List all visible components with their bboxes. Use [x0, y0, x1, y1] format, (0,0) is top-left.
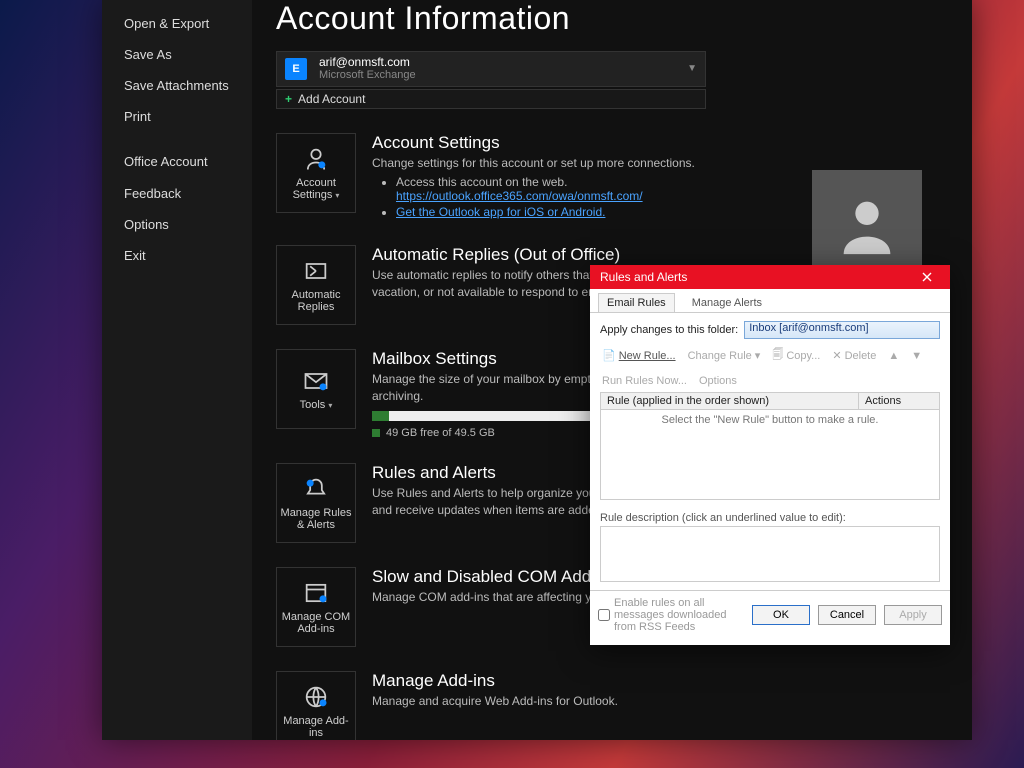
com-addins-tile[interactable]: Manage COM Add-ins	[276, 567, 356, 647]
globe-gear-icon	[302, 683, 330, 711]
add-account-button[interactable]: + Add Account	[276, 89, 706, 109]
change-rule-button[interactable]: Change Rule ▾	[686, 348, 763, 363]
folder-select[interactable]: Inbox [arif@onmsft.com]	[744, 321, 940, 339]
run-rules-button[interactable]: Run Rules Now...	[600, 374, 689, 388]
options-button[interactable]: Options	[697, 374, 739, 388]
envelope-gear-icon	[302, 367, 330, 395]
rss-rules-checkbox[interactable]: Enable rules on all messages downloaded …	[598, 597, 744, 633]
addins-desc: Manage and acquire Web Add-ins for Outlo…	[372, 693, 618, 710]
tile-label: Tools ▾	[300, 399, 333, 411]
sidebar-office-account[interactable]: Office Account	[124, 146, 252, 178]
tile-label: Manage Rules & Alerts	[277, 507, 355, 531]
tab-email-rules[interactable]: Email Rules	[598, 293, 675, 312]
col-actions-header: Actions	[859, 393, 939, 409]
dialog-title: Rules and Alerts	[600, 270, 687, 284]
plus-icon: +	[285, 92, 292, 106]
account-settings-text: Account Settings Change settings for thi…	[372, 133, 695, 222]
delete-rule-button[interactable]: ✕ Delete	[830, 348, 878, 363]
manage-addins-tile[interactable]: Manage Add-ins	[276, 671, 356, 740]
tile-label: Manage COM Add-ins	[277, 611, 355, 635]
person-gear-icon	[302, 145, 330, 173]
add-account-label: Add Account	[298, 92, 365, 106]
rules-list-header: Rule (applied in the order shown) Action…	[600, 392, 940, 410]
account-selector[interactable]: E arif@onmsft.com Microsoft Exchange ▼	[276, 51, 706, 87]
tile-label: Account Settings ▾	[277, 177, 355, 201]
apply-changes-label: Apply changes to this folder:	[600, 324, 738, 336]
settings-bullet-web: Access this account on the web. https://…	[396, 175, 695, 203]
rss-rules-label: Enable rules on all messages downloaded …	[614, 597, 744, 633]
rule-description-box[interactable]	[600, 526, 940, 582]
move-up-button[interactable]: ▲	[886, 349, 901, 363]
person-icon	[832, 190, 902, 260]
account-settings-heading: Account Settings	[372, 133, 695, 153]
rss-rules-checkbox-input[interactable]	[598, 609, 610, 621]
move-down-button[interactable]: ▼	[909, 349, 924, 363]
close-icon	[922, 272, 932, 282]
auto-heading: Automatic Replies (Out of Office)	[372, 245, 752, 265]
reply-icon	[302, 257, 330, 285]
exchange-icon: E	[285, 58, 307, 80]
sidebar-feedback[interactable]: Feedback	[124, 178, 252, 209]
account-settings-tile[interactable]: Account Settings ▾	[276, 133, 356, 213]
rules-empty-text: Select the "New Rule" button to make a r…	[662, 414, 879, 426]
rules-list-body[interactable]: Select the "New Rule" button to make a r…	[600, 410, 940, 500]
sidebar-save-attachments[interactable]: Save Attachments	[124, 70, 252, 101]
copy-rule-button[interactable]: 🗐 Copy...	[770, 345, 822, 366]
apply-button[interactable]: Apply	[884, 605, 942, 625]
account-email: arif@onmsft.com	[319, 55, 675, 69]
bell-gear-icon	[302, 475, 330, 503]
dialog-close-button[interactable]	[910, 265, 944, 289]
profile-avatar	[812, 170, 922, 280]
sidebar-open-export[interactable]: Open & Export	[124, 8, 252, 39]
dialog-titlebar: Rules and Alerts	[590, 265, 950, 289]
automatic-replies-tile[interactable]: Automatic Replies	[276, 245, 356, 325]
account-settings-desc: Change settings for this account or set …	[372, 155, 695, 172]
mobile-app-link[interactable]: Get the Outlook app for iOS or Android.	[396, 205, 605, 219]
sidebar-save-as[interactable]: Save As	[124, 39, 252, 70]
tools-tile[interactable]: Tools ▾	[276, 349, 356, 429]
col-rule-header: Rule (applied in the order shown)	[601, 393, 859, 409]
tile-label: Automatic Replies	[277, 289, 355, 313]
owa-link[interactable]: https://outlook.office365.com/owa/onmsft…	[396, 189, 643, 203]
rules-alerts-tile[interactable]: Manage Rules & Alerts	[276, 463, 356, 543]
new-rule-button[interactable]: 📄 New Rule...	[600, 348, 678, 363]
sidebar-print[interactable]: Print	[124, 101, 252, 132]
chevron-down-icon: ▼	[687, 63, 697, 74]
page-title: Account Information	[276, 0, 948, 37]
addins-heading: Manage Add-ins	[372, 671, 618, 691]
sidebar-exit[interactable]: Exit	[124, 240, 252, 271]
tab-manage-alerts[interactable]: Manage Alerts	[683, 293, 771, 312]
cancel-button[interactable]: Cancel	[818, 605, 876, 625]
addins-text: Manage Add-ins Manage and acquire Web Ad…	[372, 671, 618, 740]
ok-button[interactable]: OK	[752, 605, 810, 625]
rules-alerts-dialog: Rules and Alerts Email Rules Manage Aler…	[590, 265, 950, 645]
sidebar-options[interactable]: Options	[124, 209, 252, 240]
account-type: Microsoft Exchange	[319, 69, 675, 82]
backstage-sidebar: Open & Export Save As Save Attachments P…	[102, 0, 252, 740]
rule-description-label: Rule description (click an underlined va…	[600, 512, 940, 524]
rules-toolbar: 📄 New Rule... Change Rule ▾ 🗐 Copy... ✕ …	[600, 345, 940, 388]
window-gear-icon	[302, 579, 330, 607]
tile-label: Manage Add-ins	[277, 715, 355, 739]
